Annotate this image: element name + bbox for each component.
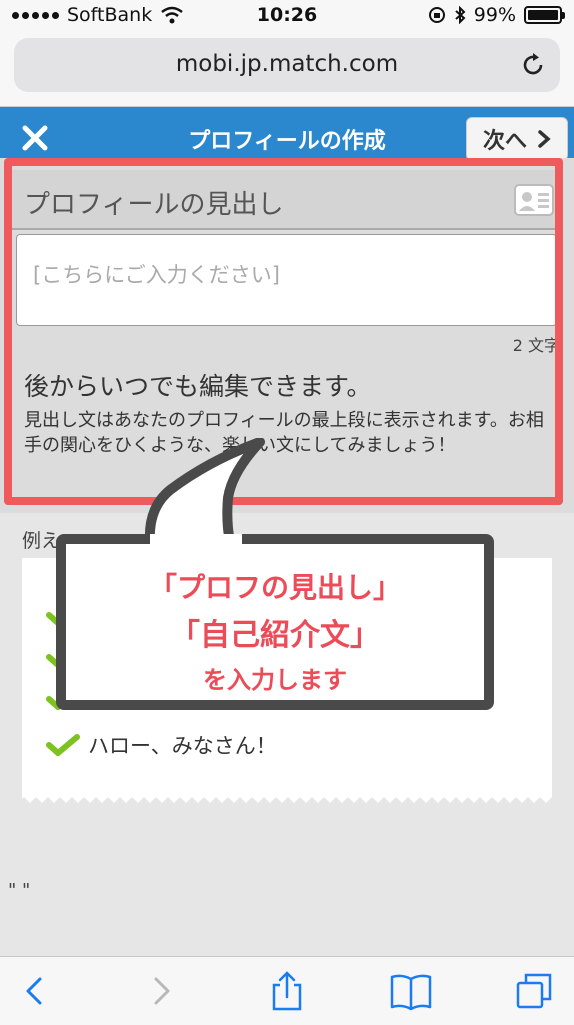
- callout-seam: [150, 534, 242, 546]
- next-button[interactable]: 次へ: [466, 117, 568, 161]
- status-right: 99%: [428, 4, 565, 26]
- callout-tail: [144, 438, 265, 546]
- callout-line-1: 「プロフの見出し」: [148, 571, 401, 604]
- example-item-text: ハロー、みなさん！: [88, 734, 277, 758]
- bluetooth-icon: [455, 6, 466, 24]
- battery-icon: [524, 6, 565, 24]
- orientation-lock-icon: [428, 7, 445, 23]
- back-arrow-icon[interactable]: [14, 969, 60, 1013]
- tabs-icon[interactable]: [512, 969, 558, 1013]
- stray-text: " ": [8, 880, 31, 901]
- highlight-frame: [4, 158, 563, 505]
- next-button-label: 次へ: [482, 129, 527, 154]
- browser-address-area: mobi.jp.match.com: [0, 32, 574, 107]
- share-icon[interactable]: [264, 969, 310, 1013]
- forward-arrow-icon[interactable]: [138, 969, 184, 1013]
- browser-toolbar: [0, 956, 574, 1025]
- address-bar[interactable]: mobi.jp.match.com: [14, 38, 560, 92]
- examples-label: 例え: [22, 530, 61, 552]
- reload-icon[interactable]: [518, 50, 548, 80]
- example-item: ハロー、みなさん！: [46, 730, 277, 760]
- url-text: mobi.jp.match.com: [175, 51, 399, 77]
- examples-zigzag-edge: [22, 793, 552, 803]
- chevron-right-icon: [538, 130, 551, 148]
- callout-line-2: 「自己紹介文」: [170, 618, 380, 653]
- bookmarks-icon[interactable]: [388, 969, 434, 1013]
- status-bar: SoftBank 10:26 99%: [0, 0, 574, 32]
- battery-percent: 99%: [473, 4, 516, 26]
- callout-bubble: 「プロフの見出し」 「自己紹介文」 を入力します: [56, 534, 494, 710]
- callout-line-3: を入力します: [203, 666, 347, 694]
- check-icon: [46, 734, 80, 756]
